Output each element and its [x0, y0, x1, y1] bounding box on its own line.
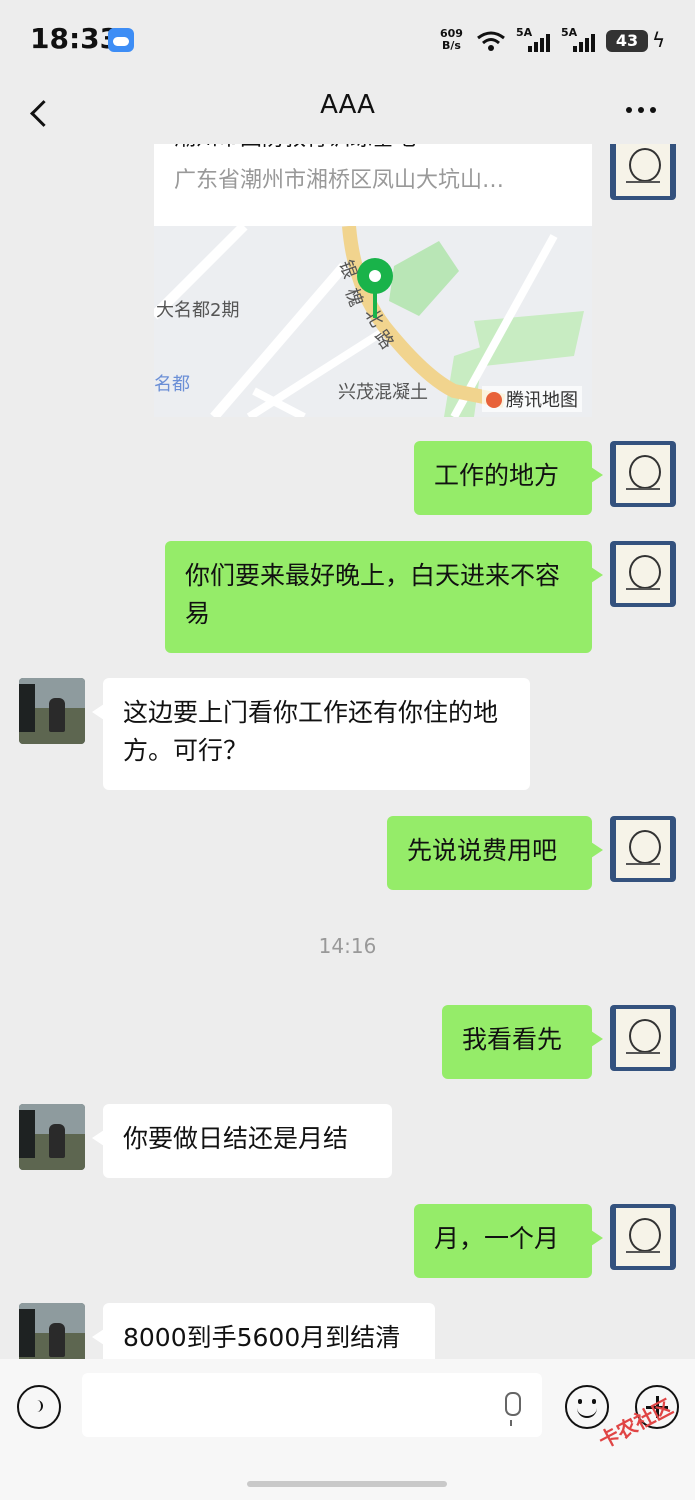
location-name: 潮州市国防教育训练基地 — [174, 144, 416, 152]
contact-avatar[interactable] — [19, 1104, 85, 1170]
my-avatar[interactable] — [610, 541, 676, 607]
home-indicator[interactable] — [247, 1481, 447, 1487]
voice-input-icon[interactable] — [17, 1385, 61, 1429]
network-speed: 609 B/s — [440, 28, 463, 52]
message-input[interactable] — [82, 1373, 542, 1437]
contact-avatar[interactable] — [19, 678, 85, 744]
location-address: 广东省潮州市湘桥区凤山大坑山… — [174, 168, 505, 193]
message-bubble-sent[interactable]: 月，一个月 — [414, 1204, 603, 1278]
my-avatar[interactable] — [610, 441, 676, 507]
map-label: 兴茂混凝土 — [338, 382, 428, 403]
weather-icon — [108, 28, 134, 52]
map-brand-label: 腾讯地图 — [506, 390, 578, 411]
network-speed-unit: B/s — [442, 39, 461, 52]
more-options-icon[interactable] — [626, 102, 666, 118]
tencent-map-logo-icon — [486, 392, 502, 408]
map-label: 大名都2期 — [156, 300, 240, 321]
battery-icon: 43 — [606, 30, 648, 52]
message-bubble-sent[interactable]: 先说说费用吧 — [387, 816, 603, 890]
chat-title: AAA — [320, 90, 375, 120]
input-bar — [0, 1359, 695, 1500]
location-card[interactable]: 潮州市国防教育训练基地 广东省潮州市湘桥区凤山大坑山… 大名都2期 名都 兴茂混… — [154, 144, 592, 417]
map-pin-stem — [373, 292, 377, 318]
charging-icon: ϟ — [652, 28, 666, 52]
map-label: 名都 — [154, 374, 190, 395]
map-pin-icon — [357, 258, 393, 294]
message-bubble-sent[interactable]: 你们要来最好晚上，白天进来不容易 — [165, 541, 603, 653]
my-avatar[interactable] — [610, 144, 676, 200]
cell-signal-icon: 5A — [516, 26, 554, 52]
map-brand: 腾讯地图 — [482, 386, 582, 412]
message-bubble-received[interactable]: 这边要上门看你工作还有你住的地方。可行？ — [92, 678, 530, 790]
message-bubble-sent[interactable]: 我看看先 — [442, 1005, 603, 1079]
map-preview[interactable]: 大名都2期 名都 兴茂混凝土 银 槐 北 路 腾讯地图 — [154, 226, 592, 417]
my-avatar[interactable] — [610, 1204, 676, 1270]
wifi-icon — [477, 31, 505, 51]
contact-avatar[interactable] — [19, 1303, 85, 1359]
message-list[interactable]: 潮州市国防教育训练基地 广东省潮州市湘桥区凤山大坑山… 大名都2期 名都 兴茂混… — [0, 144, 695, 1359]
status-time: 18:33 — [30, 22, 120, 55]
my-avatar[interactable] — [610, 1005, 676, 1071]
chat-timestamp: 14:16 — [318, 934, 377, 958]
chat-header: AAA — [0, 80, 695, 144]
message-bubble-received[interactable]: 8000到手5600月到结清 — [92, 1303, 435, 1359]
message-bubble-sent[interactable]: 工作的地方 — [414, 441, 603, 515]
cell-signal-icon: 5A — [561, 26, 599, 52]
message-bubble-received[interactable]: 你要做日结还是月结 — [92, 1104, 392, 1178]
status-bar: 18:33 609 B/s 5A 5A 43 ϟ — [0, 0, 695, 80]
my-avatar[interactable] — [610, 816, 676, 882]
microphone-icon[interactable] — [505, 1392, 521, 1426]
